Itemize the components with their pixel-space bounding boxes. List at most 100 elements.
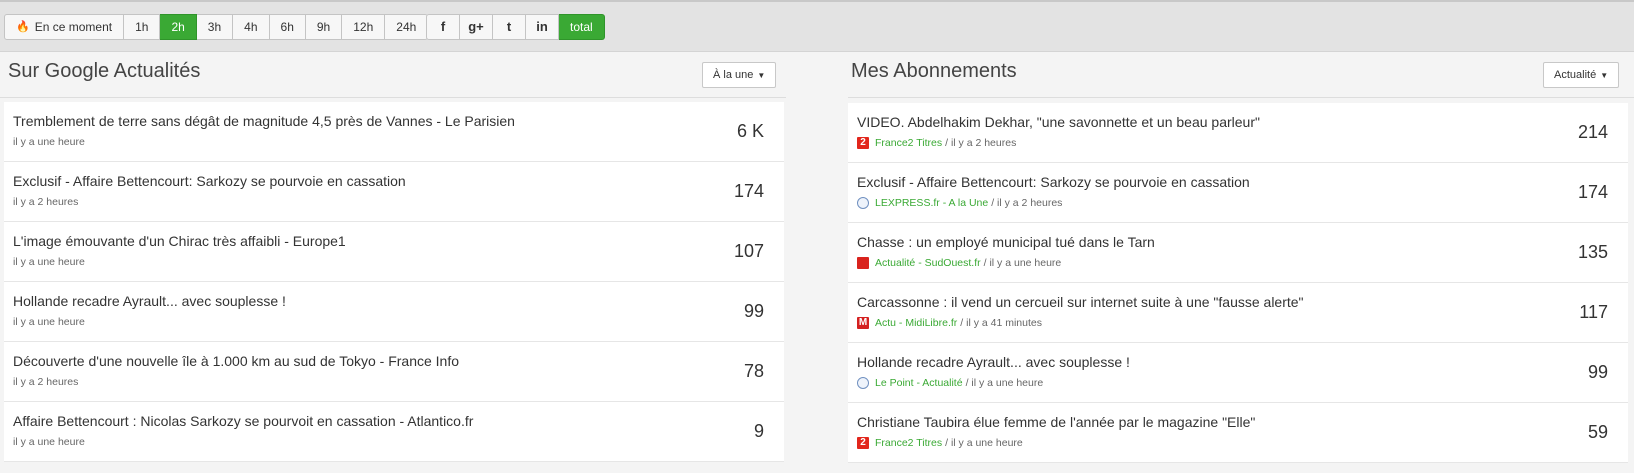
button-label: 12h <box>353 20 374 34</box>
source-link[interactable]: Actualité - SudOuest.fr <box>875 257 981 269</box>
news-meta: M Actu - MidiLibre.fr / il y a 41 minutes <box>857 317 1042 329</box>
news-meta: il y a une heure <box>13 316 85 328</box>
share-count: 174 <box>733 181 764 201</box>
subscriptions-column: Mes Abonnements Actualité ▼ VIDEO. Abdelh… <box>848 52 1634 463</box>
subscription-item: VIDEO. Abdelhakim Dekhar, "une savonnett… <box>848 103 1628 163</box>
share-count: 6 K <box>736 121 764 141</box>
filter-3h-button[interactable]: 3h <box>196 14 234 40</box>
google-plus-button[interactable]: g+ <box>460 14 493 40</box>
news-item: Hollande recadre Ayrault... avec souples… <box>4 282 784 342</box>
share-count: 107 <box>733 241 764 261</box>
facebook-button[interactable]: f <box>426 14 460 40</box>
france2-logo-icon: 2 <box>857 437 869 449</box>
news-title-link[interactable]: Carcassonne : il vend un cercueil sur in… <box>857 294 1304 310</box>
button-label: 3h <box>207 20 222 34</box>
filter-6h-button[interactable]: 6h <box>269 14 306 40</box>
subscription-item: Hollande recadre Ayrault... avec souples… <box>848 343 1628 403</box>
news-time: il y a une heure <box>13 316 85 328</box>
share-count: 99 <box>1587 362 1608 382</box>
twitter-icon: t <box>506 19 512 34</box>
news-title-link[interactable]: Découverte d'une nouvelle île à 1.000 km… <box>13 353 459 369</box>
filter-2h-button[interactable]: 2h <box>160 14 197 40</box>
dropdown-label: Actualité <box>1554 69 1597 81</box>
news-title-link[interactable]: Tremblement de terre sans dégât de magni… <box>13 113 515 129</box>
news-title-link[interactable]: Exclusif - Affaire Bettencourt: Sarkozy … <box>13 173 406 189</box>
news-title-link[interactable]: L'image émouvante d'un Chirac très affai… <box>13 233 346 249</box>
news-item: Affaire Bettencourt : Nicolas Sarkozy se… <box>4 402 784 462</box>
share-count: 99 <box>743 301 764 321</box>
filter-12h-button[interactable]: 12h <box>342 14 386 40</box>
share-count: 214 <box>1577 122 1608 142</box>
news-title-link[interactable]: VIDEO. Abdelhakim Dekhar, "une savonnett… <box>857 114 1260 130</box>
subscription-item: Exclusif - Affaire Bettencourt: Sarkozy … <box>848 163 1628 223</box>
news-time: / il y a une heure <box>983 257 1062 269</box>
divider <box>0 97 786 98</box>
news-time: / il y a une heure <box>965 377 1044 389</box>
share-count: 9 <box>753 421 764 441</box>
social-filter-group: f g+ t in total <box>426 14 605 40</box>
sudouest-logo-icon <box>857 257 869 269</box>
news-time: / il y a 2 heures <box>945 137 1017 149</box>
news-list: Tremblement de terre sans dégât de magni… <box>4 102 784 462</box>
news-title-link[interactable]: Christiane Taubira élue femme de l'année… <box>857 414 1255 430</box>
source-link[interactable]: France2 Titres <box>875 437 942 449</box>
news-time: il y a une heure <box>13 436 85 448</box>
share-count: 117 <box>1579 302 1608 322</box>
subscription-item: Christiane Taubira élue femme de l'année… <box>848 403 1628 463</box>
news-time: il y a 2 heures <box>13 376 79 388</box>
filter-now-button[interactable]: 🔥 En ce moment <box>4 14 125 40</box>
share-count: 174 <box>1577 182 1608 202</box>
linkedin-icon: in <box>536 19 548 34</box>
column-header: Sur Google Actualités À la une ▼ <box>0 52 786 98</box>
right-category-dropdown[interactable]: Actualité ▼ <box>1543 62 1620 88</box>
news-time: il y a une heure <box>13 256 85 268</box>
button-label: 24h <box>396 20 417 34</box>
button-label: 2h <box>171 20 185 34</box>
filter-24h-button[interactable]: 24h <box>385 14 429 40</box>
news-time: il y a 2 heures <box>13 196 79 208</box>
total-button[interactable]: total <box>559 14 605 40</box>
facebook-icon: f <box>440 19 446 34</box>
google-news-column: Sur Google Actualités À la une ▼ Tremblem… <box>0 52 786 462</box>
news-meta: il y a 2 heures <box>13 376 78 388</box>
source-link[interactable]: LEXPRESS.fr - A la Une <box>875 197 988 209</box>
button-label: En ce moment <box>34 20 113 34</box>
column-title: Mes Abonnements <box>851 60 1017 82</box>
source-link[interactable]: Actu - MidiLibre.fr <box>875 317 957 329</box>
news-title-link[interactable]: Chasse : un employé municipal tué dans l… <box>857 234 1155 250</box>
news-meta: LEXPRESS.fr - A la Une / il y a 2 heures <box>857 197 1062 209</box>
news-meta: il y a une heure <box>13 136 85 148</box>
news-title-link[interactable]: Hollande recadre Ayrault... avec souples… <box>857 354 1130 370</box>
button-label: 1h <box>135 20 149 34</box>
news-time: / il y a 2 heures <box>991 197 1063 209</box>
news-item: Exclusif - Affaire Bettencourt: Sarkozy … <box>4 162 784 222</box>
twitter-button[interactable]: t <box>493 14 526 40</box>
subscription-item: Carcassonne : il vend un cercueil sur in… <box>848 283 1628 343</box>
left-sort-dropdown[interactable]: À la une ▼ <box>702 62 777 88</box>
source-link[interactable]: Le Point - Actualité <box>875 377 963 389</box>
google-plus-icon: g+ <box>468 19 484 34</box>
filter-9h-button[interactable]: 9h <box>305 14 343 40</box>
news-title-link[interactable]: Affaire Bettencourt : Nicolas Sarkozy se… <box>13 413 473 429</box>
source-link[interactable]: France2 Titres <box>875 137 942 149</box>
dropdown-label: À la une <box>713 69 754 81</box>
news-meta: Le Point - Actualité / il y a une heure <box>857 377 1043 389</box>
news-meta: il y a une heure <box>13 436 85 448</box>
news-title-link[interactable]: Hollande recadre Ayrault... avec souples… <box>13 293 286 309</box>
time-filter-group: 🔥 En ce moment 1h 2h 3h 4h 6h 9h 12h 24h <box>4 14 429 40</box>
news-time: il y a une heure <box>13 136 85 148</box>
linkedin-button[interactable]: in <box>526 14 559 40</box>
column-header: Mes Abonnements Actualité ▼ <box>848 52 1634 98</box>
caret-down-icon: ▼ <box>1600 71 1609 80</box>
share-count: 59 <box>1587 422 1608 442</box>
france2-logo-icon: 2 <box>857 137 869 149</box>
news-meta: il y a 2 heures <box>13 196 78 208</box>
news-meta: 2 France2 Titres / il y a 2 heures <box>857 137 1016 149</box>
filter-1h-button[interactable]: 1h <box>124 14 161 40</box>
news-title-link[interactable]: Exclusif - Affaire Bettencourt: Sarkozy … <box>857 174 1250 190</box>
button-label: 6h <box>280 20 294 34</box>
column-title: Sur Google Actualités <box>8 60 201 82</box>
news-time: / il y a une heure <box>945 437 1023 449</box>
filter-4h-button[interactable]: 4h <box>233 14 270 40</box>
share-count: 78 <box>743 361 764 381</box>
